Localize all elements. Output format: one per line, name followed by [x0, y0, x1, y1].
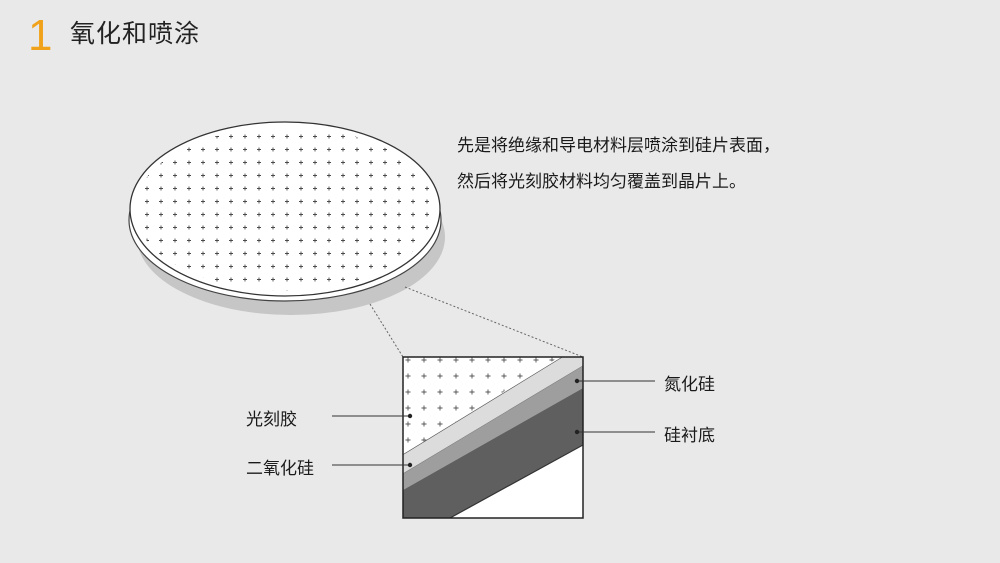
label-photoresist: 光刻胶: [246, 410, 297, 430]
label-silicon-substrate: 硅衬底: [664, 426, 715, 446]
zoom-line-right: [404, 286, 584, 358]
wafer-photoresist-pattern: [135, 127, 435, 291]
zoom-line-left: [369, 303, 404, 358]
cross-section: [403, 357, 583, 518]
label-silicon-nitride: 氮化硅: [664, 375, 715, 395]
wafer-diagram: [128, 121, 655, 519]
label-silicon-dioxide: 二氧化硅: [246, 459, 314, 479]
